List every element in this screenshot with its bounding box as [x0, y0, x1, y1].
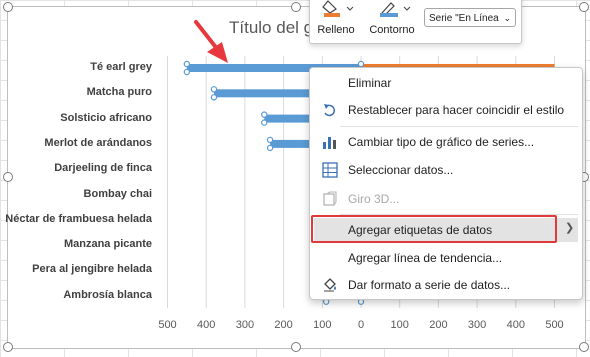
menu-item-reset-style[interactable]: Restablecer para hacer coincidir el esti…	[314, 98, 578, 122]
selection-point	[261, 119, 268, 126]
reset-style-icon	[324, 104, 336, 117]
selection-point	[261, 111, 268, 118]
fill-label: Relleno	[317, 24, 355, 36]
category-label: Darjeeling de finca	[54, 162, 152, 175]
menu-item-eliminar[interactable]: Eliminar	[314, 71, 578, 95]
select-data-icon	[322, 162, 338, 178]
change-chart-type-icon	[323, 137, 336, 149]
category-label: Té earl grey	[90, 61, 152, 73]
tick-label: 400	[197, 319, 216, 331]
category-label: Solsticio africano	[60, 111, 152, 124]
menu-item-add-trendline[interactable]: Agregar línea de tendencia...	[314, 246, 578, 270]
tick-label: 0	[357, 319, 365, 331]
pen-outline-icon	[380, 2, 411, 17]
category-label: Ambrosía blanca	[63, 288, 152, 301]
menu-separator	[340, 126, 578, 127]
selection-point	[183, 68, 191, 76]
tick-label: 100	[313, 319, 332, 331]
menu-item-rotate-3d[interactable]: Giro 3D...	[314, 187, 578, 211]
chevron-down-icon: ⌄	[503, 13, 511, 23]
menu-item-format-data-series[interactable]: Dar formato a serie de datos...	[314, 273, 578, 297]
format-series-icon	[324, 278, 336, 292]
paint-bucket-icon	[322, 0, 354, 17]
mini-format-toolbar: Relleno Contorno Serie "En Línea ⌄	[309, 0, 522, 44]
category-label: Pera al jengibre helada	[32, 263, 152, 276]
outline-label: Contorno	[369, 24, 415, 36]
tick-label: 200	[274, 319, 293, 331]
category-label: Manzana picante	[63, 238, 152, 251]
tick-label: 400	[506, 319, 525, 331]
selection-point	[266, 136, 274, 144]
selection-point	[357, 60, 365, 68]
series-dropdown[interactable]: Serie "En Línea ⌄	[424, 8, 516, 27]
tick-label: 300	[467, 319, 487, 331]
tick-label: 300	[235, 319, 255, 331]
rotate-3d-icon	[323, 191, 337, 206]
context-menu: Eliminar Restablecer para hacer coincidi…	[309, 67, 583, 300]
menu-item-change-chart-type[interactable]: Cambiar tipo de gráfico de series...	[314, 130, 578, 154]
tick-label: 100	[390, 319, 409, 331]
selection-point	[183, 60, 191, 68]
menu-item-select-data[interactable]: Seleccionar datos...	[314, 158, 578, 182]
series-dropdown-value: Serie "En Línea	[429, 13, 499, 24]
category-label: Néctar de frambuesa helada	[5, 212, 152, 225]
outline-button[interactable]: Contorno	[364, 0, 420, 39]
tick-label: 500	[545, 319, 564, 331]
selection-point	[210, 86, 218, 93]
category-label: Merlot de arándanos	[44, 136, 152, 149]
fill-button[interactable]: Relleno	[314, 0, 358, 39]
category-label: Bombay chai	[83, 187, 152, 200]
tick-label: 500	[158, 319, 177, 331]
annotation-highlight-box	[311, 215, 557, 243]
submenu-chevron-right-icon: ❯	[565, 222, 575, 234]
category-label: Matcha puro	[86, 86, 152, 99]
selection-point	[266, 144, 274, 152]
selection-point	[210, 94, 218, 101]
tick-label: 200	[429, 319, 448, 331]
